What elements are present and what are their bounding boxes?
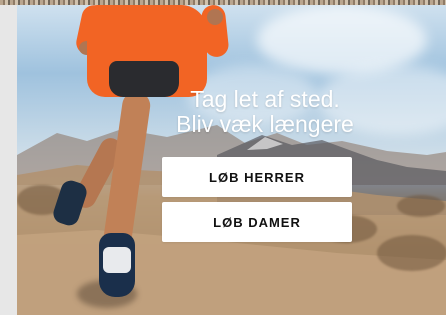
desert-bush xyxy=(377,235,446,271)
runner-front-shoe xyxy=(99,233,135,297)
headline-line-2: Bliv væk længere xyxy=(176,111,354,137)
headline-line-1: Tag let af sted. xyxy=(190,86,340,112)
shop-women-running-button[interactable]: LØB DAMER xyxy=(162,202,352,242)
hero-headline: Tag let af sted. Bliv væk længere xyxy=(135,87,395,137)
left-gutter xyxy=(0,5,17,315)
shop-men-running-button[interactable]: LØB HERRER xyxy=(162,157,352,197)
hero-banner: Tag let af sted. Bliv væk længere LØB HE… xyxy=(17,5,446,315)
desert-bush xyxy=(397,195,445,217)
runner-right-hand xyxy=(207,9,223,25)
